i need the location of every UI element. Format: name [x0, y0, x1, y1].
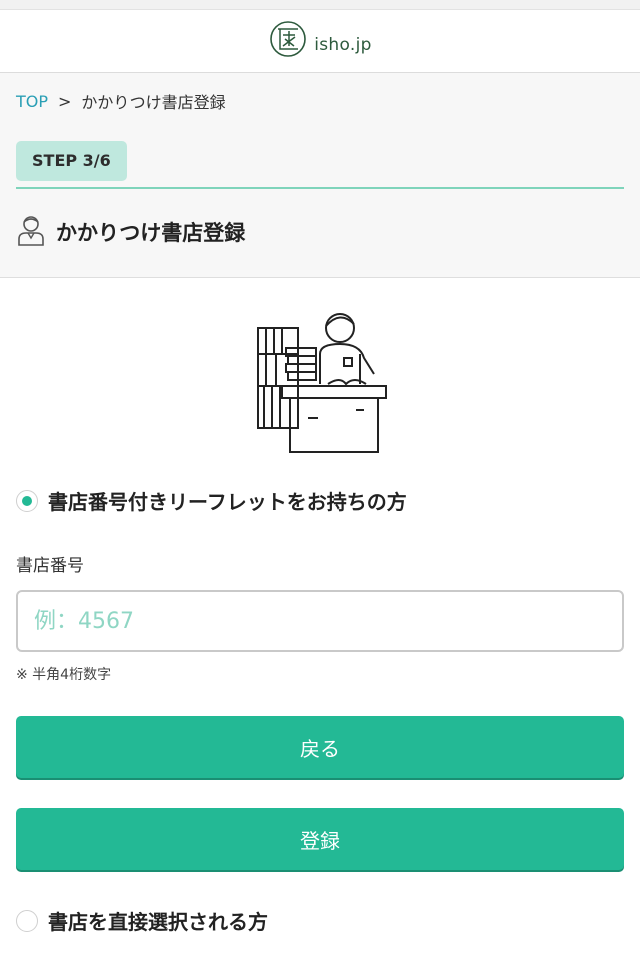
step-divider: [16, 187, 624, 189]
breadcrumb-current: かかりつけ書店登録: [81, 93, 226, 112]
shop-number-label: 書店番号: [16, 556, 84, 576]
logo-text: isho.jp: [314, 35, 372, 55]
breadcrumb-separator: >: [58, 91, 72, 111]
page-title: かかりつけ書店登録: [56, 221, 246, 245]
radio-selected-dot: [22, 495, 32, 506]
step-badge: STEP 3/6: [16, 141, 127, 181]
breadcrumb: TOP > かかりつけ書店登録: [16, 89, 226, 113]
shop-number-input[interactable]: [34, 608, 606, 634]
option-leaflet-label: 書店番号付きリーフレットをお持ちの方: [48, 490, 407, 514]
option-direct-radio-row[interactable]: 書店を直接選択される方: [0, 906, 640, 935]
status-strip: [0, 0, 640, 10]
breadcrumb-top-link[interactable]: TOP: [16, 92, 48, 111]
option-leaflet-radio-row[interactable]: 書店番号付きリーフレットをお持ちの方: [0, 486, 640, 515]
site-logo[interactable]: isho.jp: [268, 17, 371, 65]
shop-number-hint: ※ 半角4桁数字: [16, 667, 112, 683]
direct-radio[interactable]: [16, 909, 38, 932]
site-header: isho.jp: [0, 10, 640, 73]
back-button[interactable]: 戻る: [16, 716, 624, 778]
shop-number-field[interactable]: [16, 590, 624, 652]
page-header-panel: TOP > かかりつけ書店登録 STEP 3/6 かかりつけ書店登録: [0, 73, 640, 278]
option-direct-label: 書店を直接選択される方: [48, 910, 268, 934]
user-icon: [16, 213, 46, 251]
leaflet-radio[interactable]: [16, 489, 38, 512]
page-heading: かかりつけ書店登録: [16, 213, 245, 251]
bookstore-clerk-illustration: [0, 306, 640, 456]
isho-logo-icon: [268, 17, 312, 65]
register-button[interactable]: 登録: [16, 808, 624, 870]
